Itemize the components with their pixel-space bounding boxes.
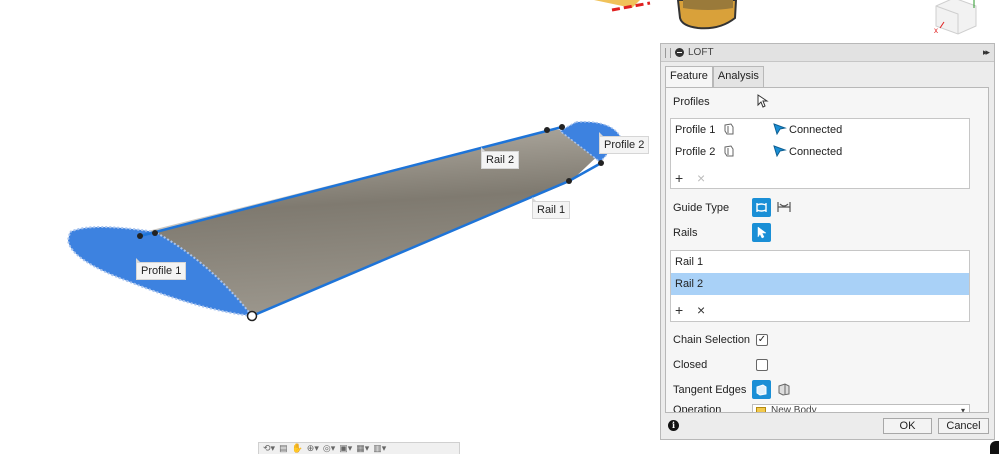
rails-guide-icon [756,203,767,212]
rails-label: Rails [673,227,698,239]
profiles-list-actions: + × [671,167,969,189]
grid-icon[interactable]: ▦▾ [356,443,369,454]
hand-icon[interactable]: ✋ [292,443,303,454]
rail-point[interactable] [566,178,572,184]
info-icon[interactable]: i [668,420,679,431]
rail-point[interactable] [559,124,565,130]
chain-selection-label: Chain Selection [673,334,751,346]
centerline-button[interactable] [776,200,792,217]
remove-rail-button[interactable]: × [697,302,705,318]
rail-end-point[interactable] [246,310,258,322]
profiles-label: Profiles [673,96,710,108]
rails-list: Rail 1 Rail 2 + × [670,250,970,322]
rail-point[interactable] [544,127,550,133]
tangent-edges-label: Tangent Edges [673,384,747,396]
viewports-icon[interactable]: ▥▾ [373,443,386,454]
tangent-edges-merge-button[interactable] [752,380,771,399]
profile-1-label: Profile 1 [136,258,187,280]
scene-object-top [594,0,640,8]
guide-type-label: Guide Type [673,202,730,214]
dialog-tabs: Feature Analysis [665,66,994,87]
centerline-guide-icon [777,202,791,212]
drag-grip-icon[interactable] [665,47,671,58]
ok-button[interactable]: OK [883,417,932,434]
status-indicator [990,441,999,454]
rail-1-label: Rail 1 [532,197,571,219]
keep-edges-icon [778,383,790,396]
cylinder-top [683,0,733,10]
guide-rails-button[interactable] [752,198,771,217]
dialog-title: LOFT [688,47,714,58]
svg-text:x: x [934,26,938,35]
closed-label: Closed [673,359,708,371]
connected-icon [773,144,789,160]
navigation-toolbar: ⟲▾ ▤ ✋ ⊕▾ ◎▾ ▣▾ ▦▾ ▥▾ [258,442,460,454]
cancel-button[interactable]: Cancel [938,417,989,434]
pan-icon[interactable]: ▤ [279,443,288,454]
rails-select-button[interactable] [752,223,771,242]
connected-icon [773,122,789,138]
profile-row-status: Connected [789,146,843,158]
orbit-icon[interactable]: ⟲▾ [263,443,275,454]
view-cube[interactable]: x [930,0,980,36]
dialog-title-bar[interactable]: LOFT ▸▸ [661,44,994,62]
profile-icon [723,144,773,160]
closed-checkbox[interactable] [756,359,768,371]
rail-point[interactable] [152,230,158,236]
rail-point[interactable] [137,233,143,239]
dialog-footer: i OK Cancel [661,412,994,439]
rail-2-label: Rail 2 [481,147,520,169]
profile-row-name: Profile 1 [675,124,716,136]
collapse-icon[interactable] [675,48,684,57]
look-at-icon[interactable]: ◎▾ [323,443,335,454]
profile-2-label: Profile 2 [599,132,650,154]
add-profile-button[interactable]: + [675,170,697,186]
profile-row[interactable]: Profile 1 Connected [671,119,969,141]
add-rail-button[interactable]: + [675,302,697,318]
profile-row[interactable]: Profile 2 Connected [671,141,969,163]
tangent-edges-keep-button[interactable] [776,382,792,399]
merge-edges-icon [756,384,767,396]
cursor-icon [757,226,767,239]
profiles-list: Profile 1 Connected Profile 2 Connected [670,118,970,189]
zoom-icon[interactable]: ⊕▾ [307,443,319,454]
profile-icon [723,122,773,138]
rail-point[interactable] [598,160,604,166]
remove-profile-button[interactable]: × [697,170,705,186]
rail-row[interactable]: Rail 1 [671,251,969,273]
rail-row-selected[interactable]: Rail 2 [671,273,969,295]
display-mode-icon[interactable]: ▣▾ [339,443,352,454]
tab-analysis[interactable]: Analysis [712,66,764,87]
rails-list-actions: + × [671,299,969,321]
loft-dialog: LOFT ▸▸ Feature Analysis Profiles Profil… [660,43,995,440]
feature-tab-content: Profiles Profile 1 Connected Profile 2 C… [665,87,989,413]
expand-icon[interactable]: ▸▸ [983,47,990,58]
profile-row-status: Connected [789,124,843,136]
profile-row-name: Profile 2 [675,146,716,158]
tab-feature[interactable]: Feature [665,66,713,87]
chain-selection-checkbox[interactable]: ✓ [756,334,768,346]
cursor-icon [757,94,769,108]
